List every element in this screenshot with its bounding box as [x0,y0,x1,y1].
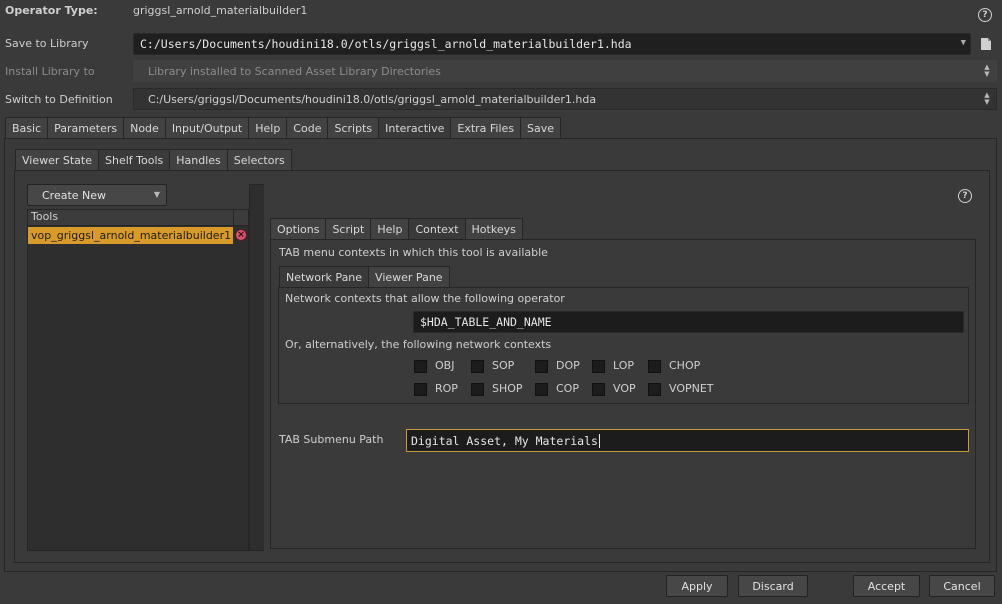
checkbox-sop[interactable] [471,360,484,373]
context-description: TAB menu contexts in which this tool is … [279,246,548,259]
checkbox-obj[interactable] [414,360,427,373]
apply-button[interactable]: Apply [666,575,728,597]
operator-type-value: griggsl_arnold_materialbuilder1 [133,4,308,17]
checkbox-vop[interactable] [592,383,605,396]
tools-list-header: Tools [28,210,233,226]
discard-button[interactable]: Discard [738,575,808,597]
install-library-select: Library installed to Scanned Asset Libra… [133,60,997,82]
subtab-shelf-tools[interactable]: Shelf Tools [98,149,171,171]
tab-extra-files[interactable]: Extra Files [450,117,522,139]
submenu-path-label: TAB Submenu Path [279,433,384,446]
pane-tabs: Network Pane Viewer Pane [279,266,450,288]
operator-type-label: Operator Type: [5,4,98,17]
checkbox-label: ROP [435,382,458,395]
checkbox-label: SOP [492,359,515,372]
checkbox-dop[interactable] [535,360,548,373]
network-contexts-label: Network contexts that allow the followin… [285,292,565,305]
tooltab-context[interactable]: Context [408,218,466,240]
checkbox-label: COP [556,382,579,395]
create-new-dropdown[interactable]: Create New ▼ [27,184,167,206]
checkbox-label: CHOP [669,359,701,372]
tool-tabs: Options Script Help Context Hotkeys [270,218,523,240]
delete-tool-icon[interactable]: × [235,229,247,241]
submenu-path-value: Digital Asset, My Materials [411,433,598,448]
file-browse-icon[interactable] [980,37,992,51]
checkbox-vopnet[interactable] [648,383,661,396]
checkbox-label: DOP [556,359,580,372]
tool-list-item[interactable]: vop_griggsl_arnold_materialbuilder1 [28,227,233,244]
sub-tabs: Viewer State Shelf Tools Handles Selectors [15,149,292,171]
install-library-label: Install Library to [5,65,95,78]
main-tabs: Basic Parameters Node Input/Output Help Code S… [5,117,562,139]
network-contexts-value: $HDA_TABLE_AND_NAME [420,315,552,329]
checkbox-label: VOPNET [669,382,714,395]
install-library-value: Library installed to Scanned Asset Libra… [148,64,441,78]
updown-arrow-icon: ▲ ▼ [984,63,990,78]
checkbox-cop[interactable] [535,383,548,396]
help-icon[interactable]: ? [978,8,992,22]
panel-splitter[interactable] [249,184,265,551]
checkbox-rop[interactable] [414,383,427,396]
tab-interactive[interactable]: Interactive [378,117,452,139]
tooltab-help[interactable]: Help [370,218,410,240]
tooltab-options[interactable]: Options [270,218,327,240]
subtab-selectors[interactable]: Selectors [226,149,292,171]
subtab-viewer-state[interactable]: Viewer State [15,149,100,171]
dropdown-arrow-icon: ▼ [153,190,160,199]
save-to-library-label: Save to Library [5,37,89,50]
help-icon[interactable]: ? [958,189,972,203]
tab-help[interactable]: Help [248,117,288,139]
save-to-library-value: C:/Users/Documents/houdini18.0/otls/grig… [140,37,632,51]
tools-list: Tools vop_griggsl_arnold_materialbuilder… [27,209,249,551]
checkbox-label: SHOP [492,382,523,395]
subtab-handles[interactable]: Handles [169,149,228,171]
network-contexts-input[interactable]: $HDA_TABLE_AND_NAME [413,311,964,333]
updown-arrow-icon[interactable]: ▲ ▼ [978,89,996,109]
tab-node[interactable]: Node [123,117,166,139]
switch-definition-value: C:/Users/griggsl/Documents/houdini18.0/o… [148,92,597,106]
alt-contexts-label: Or, alternatively, the following network… [285,338,552,351]
right-panel [264,184,265,551]
tools-list-header-action [233,210,248,226]
panetab-network-pane[interactable]: Network Pane [279,266,370,288]
cancel-button[interactable]: Cancel [929,575,995,597]
checkbox-chop[interactable] [648,360,661,373]
panetab-viewer-pane[interactable]: Viewer Pane [368,266,450,288]
tab-parameters[interactable]: Parameters [47,117,125,139]
checkbox-label: LOP [613,359,635,372]
submenu-path-input[interactable]: Digital Asset, My Materials [406,429,969,452]
switch-definition-select[interactable]: C:/Users/griggsl/Documents/houdini18.0/o… [133,88,997,110]
tab-code[interactable]: Code [286,117,329,139]
checkbox-shop[interactable] [471,383,484,396]
tab-input-output[interactable]: Input/Output [164,117,250,139]
checkbox-lop[interactable] [592,360,605,373]
tab-save[interactable]: Save [520,117,562,139]
tooltab-hotkeys[interactable]: Hotkeys [464,218,523,240]
create-new-label: Create New [42,188,107,202]
tab-basic[interactable]: Basic [5,117,49,139]
checkbox-label: OBJ [435,359,455,372]
save-to-library-input[interactable]: C:/Users/Documents/houdini18.0/otls/grig… [133,33,971,55]
tooltab-script[interactable]: Script [325,218,372,240]
checkbox-label: VOP [613,382,636,395]
text-cursor [598,433,600,448]
switch-definition-label: Switch to Definition [5,93,113,106]
dropdown-arrow-icon[interactable]: ▼ [961,38,966,48]
accept-button[interactable]: Accept [853,575,920,597]
tab-scripts[interactable]: Scripts [327,117,380,139]
